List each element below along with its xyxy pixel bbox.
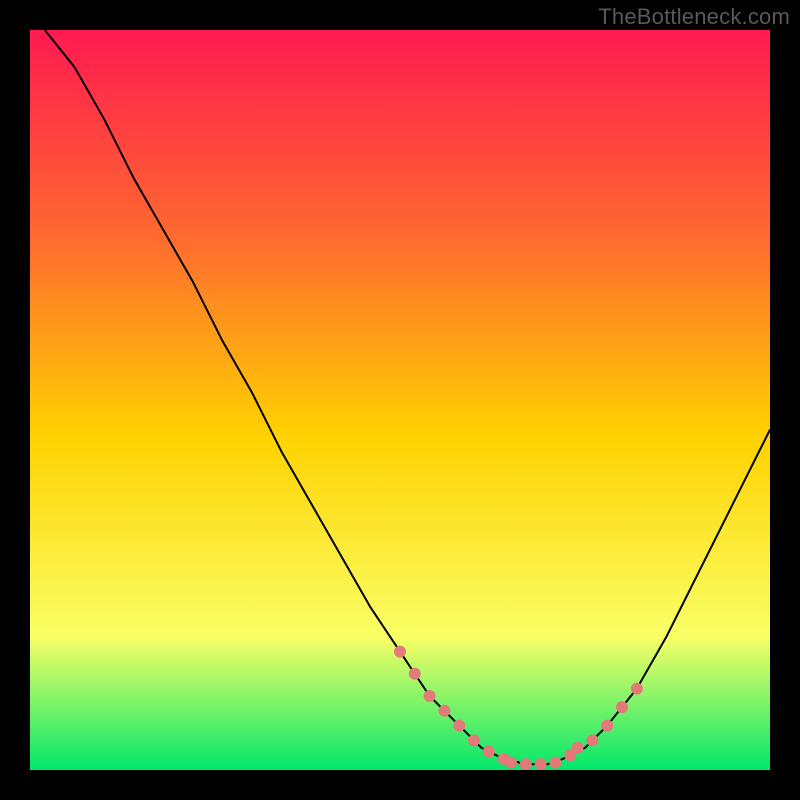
highlight-point bbox=[631, 683, 643, 695]
highlight-point bbox=[483, 746, 495, 758]
highlight-point bbox=[616, 701, 628, 713]
gradient-background bbox=[30, 30, 770, 770]
highlight-point bbox=[520, 758, 532, 770]
watermark-text: TheBottleneck.com bbox=[598, 4, 790, 30]
highlight-point bbox=[505, 757, 517, 769]
highlight-point bbox=[549, 757, 561, 769]
highlight-point bbox=[601, 720, 613, 732]
highlight-point bbox=[572, 742, 584, 754]
chart-frame: TheBottleneck.com bbox=[0, 0, 800, 800]
highlight-point bbox=[586, 734, 598, 746]
plot-svg bbox=[30, 30, 770, 770]
highlight-point bbox=[394, 646, 406, 658]
highlight-point bbox=[535, 758, 547, 770]
plot-area bbox=[30, 30, 770, 770]
highlight-point bbox=[468, 734, 480, 746]
highlight-point bbox=[438, 705, 450, 717]
highlight-point bbox=[453, 720, 465, 732]
highlight-point bbox=[424, 690, 436, 702]
highlight-point bbox=[409, 668, 421, 680]
